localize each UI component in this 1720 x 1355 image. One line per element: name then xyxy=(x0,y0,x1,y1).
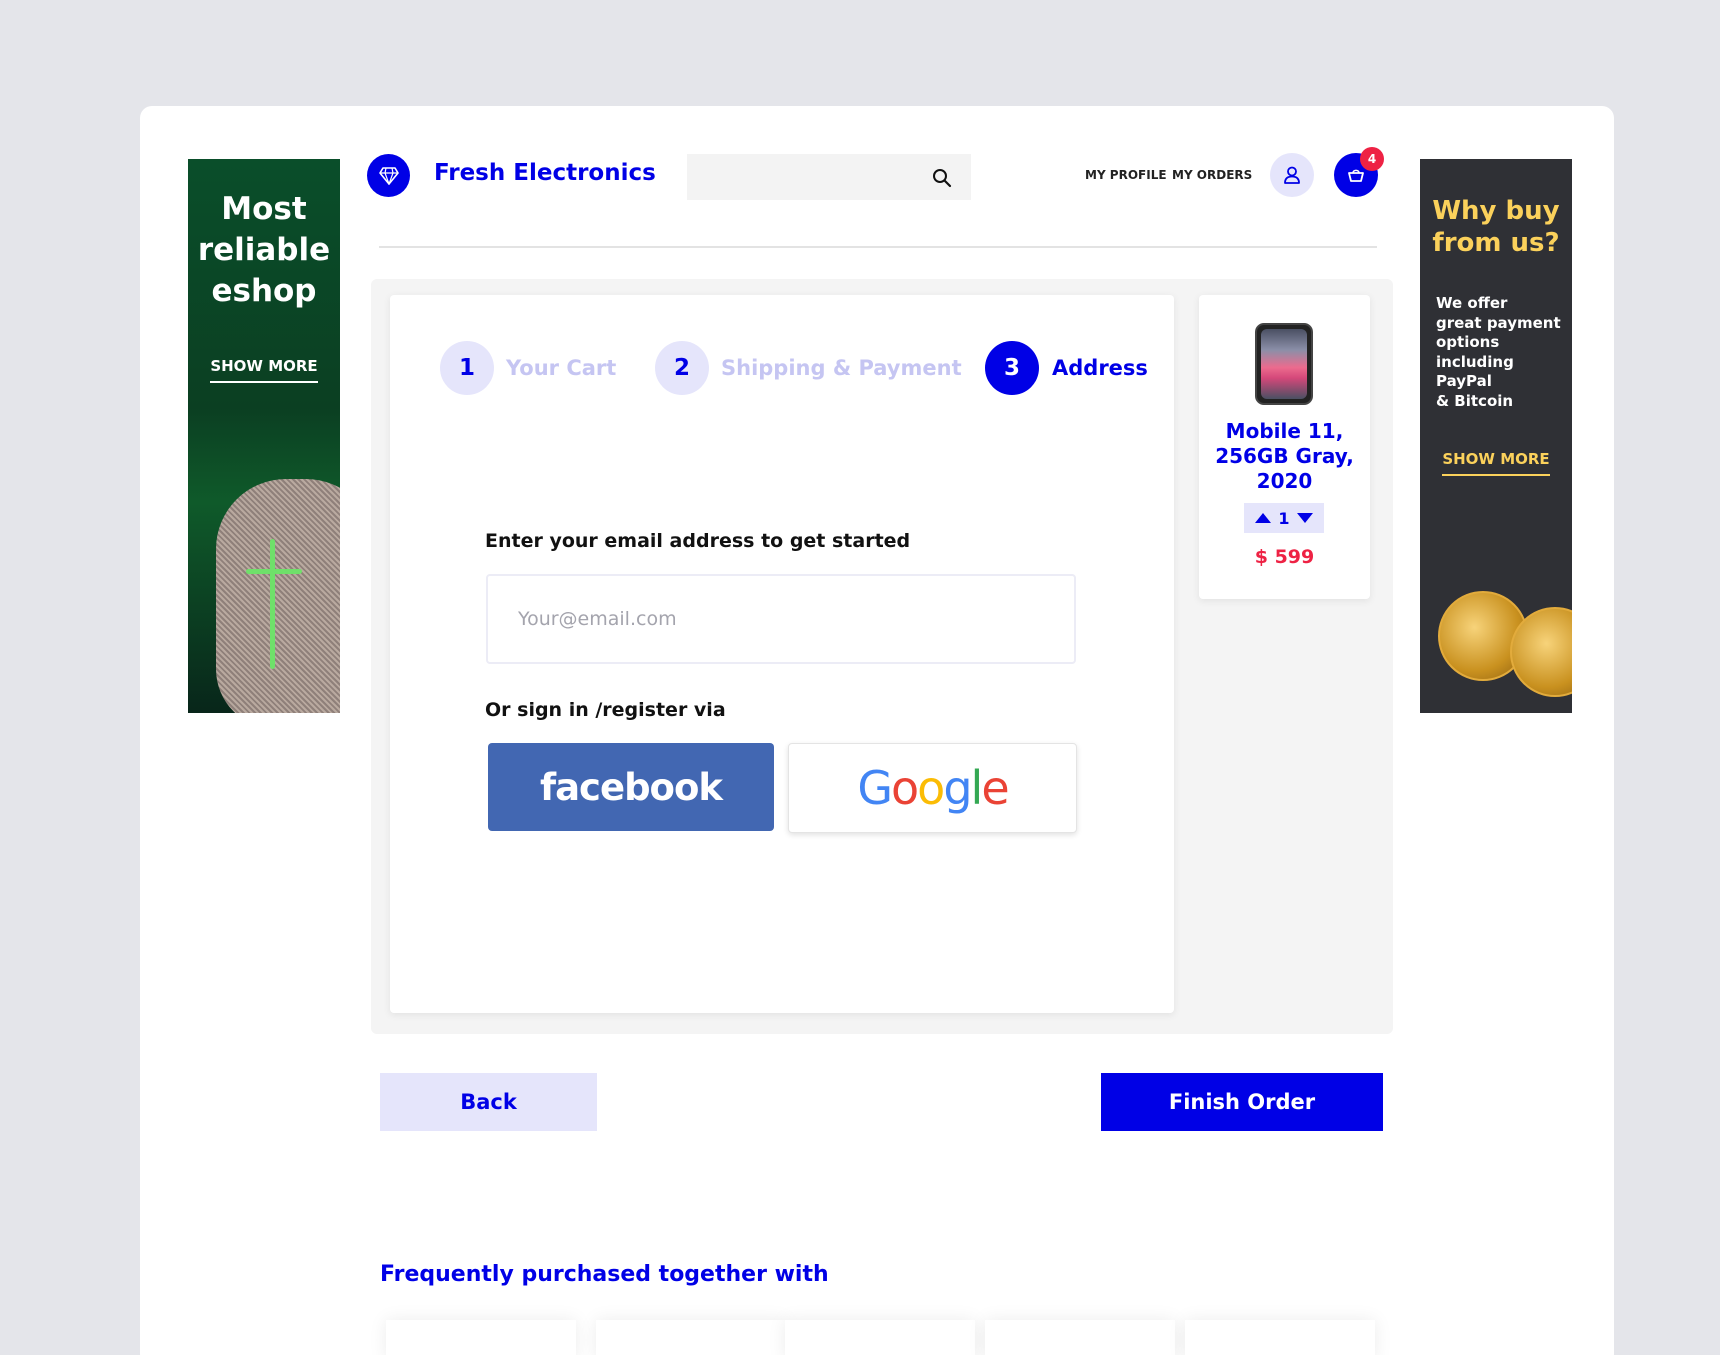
product-name-line: Mobile 11, xyxy=(1225,419,1344,443)
speaker-plus-vertical xyxy=(270,539,275,669)
nav-my-profile[interactable]: MY PROFILE xyxy=(1085,168,1167,182)
step-1-label[interactable]: Your Cart xyxy=(506,356,616,380)
step-2-number[interactable]: 2 xyxy=(655,341,709,395)
email-label: Enter your email address to get started xyxy=(485,530,911,552)
product-name[interactable]: Mobile 11, 256GB Gray, 2020 xyxy=(1199,419,1370,494)
ad-left-show-more-link[interactable]: SHOW MORE xyxy=(210,357,318,383)
product-name-line: 2020 xyxy=(1256,469,1313,493)
caret-down-icon[interactable] xyxy=(1296,513,1313,523)
step-3-label[interactable]: Address xyxy=(1052,356,1148,380)
ad-right-title-line: Why buy xyxy=(1432,196,1560,226)
step-3-number[interactable]: 3 xyxy=(985,341,1039,395)
ad-left-title: Most reliable eshop xyxy=(188,189,340,312)
step-2-label[interactable]: Shipping & Payment xyxy=(721,356,962,380)
ad-left-title-line: reliable xyxy=(197,232,331,268)
social-signin-label: Or sign in /register via xyxy=(485,699,726,721)
basket-icon xyxy=(1348,169,1364,182)
ad-right-title: Why buy from us? xyxy=(1420,195,1572,259)
finish-order-button[interactable]: Finish Order xyxy=(1101,1073,1383,1131)
search-input[interactable] xyxy=(687,154,971,200)
product-price: $ 599 xyxy=(1254,546,1315,568)
facebook-login-button[interactable]: facebook xyxy=(488,743,774,831)
back-button[interactable]: Back xyxy=(380,1073,597,1131)
ad-left-title-line: Most xyxy=(221,191,307,227)
brand-logo[interactable] xyxy=(367,154,410,197)
speaker-plus-horizontal xyxy=(246,569,302,574)
ad-right-text-line: PayPal xyxy=(1436,372,1492,390)
cart-count-badge: 4 xyxy=(1360,147,1384,171)
ad-right-show-more-link[interactable]: SHOW MORE xyxy=(1442,450,1550,476)
ad-right-text-line: including xyxy=(1436,352,1514,371)
related-product-card[interactable] xyxy=(785,1320,975,1355)
nav-my-orders[interactable]: MY ORDERS xyxy=(1172,168,1252,182)
quantity-value: 1 xyxy=(1278,508,1290,528)
user-icon xyxy=(1284,166,1300,184)
ad-right-text-line: We offer xyxy=(1436,294,1508,312)
related-product-card[interactable] xyxy=(386,1320,576,1355)
google-login-button[interactable]: Google xyxy=(788,743,1077,833)
search-icon[interactable] xyxy=(931,167,953,189)
cart-product-card: Mobile 11, 256GB Gray, 2020 1 $ 599 xyxy=(1199,295,1370,599)
brand-name[interactable]: Fresh Electronics xyxy=(434,160,656,186)
ad-right-text-line: great payment xyxy=(1436,313,1561,332)
quantity-stepper: 1 xyxy=(1244,503,1324,533)
phone-image xyxy=(1255,323,1313,405)
related-product-card[interactable] xyxy=(1185,1320,1375,1355)
related-products-title: Frequently purchased together with xyxy=(380,1262,829,1287)
ad-right-title-line: from us? xyxy=(1432,228,1560,258)
email-field[interactable] xyxy=(486,574,1076,664)
ad-right-text-line: options xyxy=(1436,333,1500,351)
related-product-card[interactable] xyxy=(985,1320,1175,1355)
header-divider xyxy=(379,246,1377,248)
google-logo: Google xyxy=(857,761,1009,815)
product-name-line: 256GB Gray, xyxy=(1215,444,1354,468)
ad-right-text: We offer great payment options including… xyxy=(1436,294,1566,411)
speaker-image xyxy=(216,479,340,713)
ad-banner-left[interactable]: Most reliable eshop SHOW MORE xyxy=(188,159,340,713)
ad-right-text-line: & Bitcoin xyxy=(1436,391,1514,410)
step-1-number[interactable]: 1 xyxy=(440,341,494,395)
related-product-card[interactable] xyxy=(596,1320,786,1355)
caret-up-icon[interactable] xyxy=(1255,513,1272,523)
ad-banner-right[interactable]: Why buy from us? We offer great payment … xyxy=(1420,159,1572,713)
ad-left-title-line: eshop xyxy=(211,273,317,309)
diamond-icon xyxy=(378,166,399,185)
user-account-button[interactable] xyxy=(1270,153,1314,197)
